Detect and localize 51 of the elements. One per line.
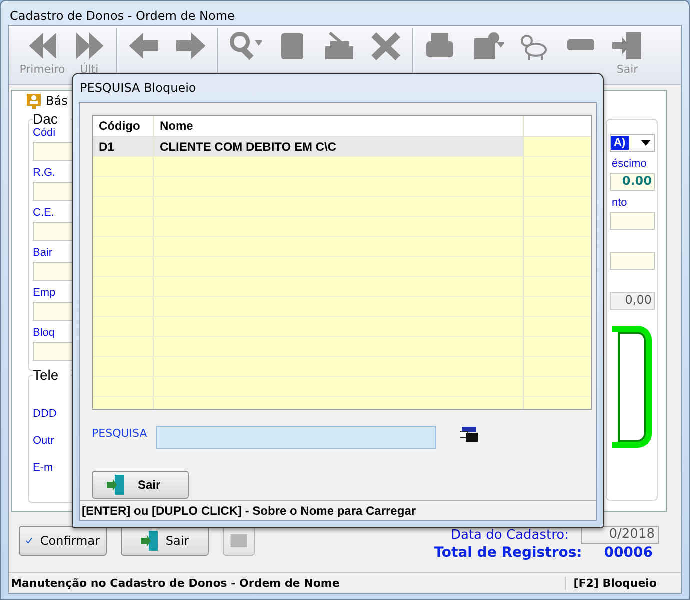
field-label: Emp	[33, 287, 57, 299]
dropdown[interactable]: A)	[610, 134, 655, 152]
field-label: E-m	[33, 462, 54, 474]
field-label: Códi	[33, 127, 57, 139]
prev-icon	[126, 31, 160, 61]
field-label: éscimo	[612, 158, 647, 170]
field-label: Outr	[33, 435, 56, 447]
door-icon	[107, 475, 124, 495]
field-label: Bloq	[33, 327, 56, 339]
field-label: Bair	[33, 247, 54, 259]
total-value: 00006	[604, 545, 653, 561]
field-label: C.E.	[33, 207, 56, 219]
total-label: Total de Registros:	[434, 545, 582, 561]
exit-icon	[610, 31, 644, 61]
group-title: Dac	[33, 111, 71, 127]
input-field[interactable]: 0.00	[610, 173, 655, 191]
group-title: Tele	[33, 367, 71, 383]
field-label: DDD	[33, 408, 58, 420]
binoculars-icon[interactable]	[460, 426, 478, 442]
search-field[interactable]	[156, 426, 436, 449]
window-title: Cadastro de Donos - Ordem de Nome	[9, 8, 236, 23]
table-cell: CLIENTE COM DEBITO EM C\C	[154, 137, 524, 156]
date-field: 0/2018	[581, 526, 659, 544]
page-icon	[230, 532, 248, 550]
column-header[interactable]: Código	[93, 116, 154, 136]
dropdown-arrow-icon	[641, 140, 651, 146]
dialog-title: PESQUISA Bloqueio	[79, 80, 198, 97]
search-icon	[228, 31, 262, 61]
column-header[interactable]: Nome	[154, 116, 524, 136]
input-field[interactable]	[610, 252, 655, 270]
status-text: [F2] Bloqueio	[564, 576, 681, 590]
exit-button[interactable]: Sair	[92, 471, 189, 499]
table-cell: D1	[93, 137, 154, 156]
toolbar-label: Sair	[616, 63, 638, 76]
date-label: Data do Cadastro:	[450, 528, 569, 542]
next-icon	[174, 31, 208, 61]
field-label: R.G.	[33, 167, 57, 179]
input-field[interactable]: 0,00	[610, 292, 655, 310]
tab-label: Bás	[46, 94, 68, 108]
input-field[interactable]	[610, 212, 655, 230]
table-row[interactable]: D1 CLIENTE COM DEBITO EM C\C	[93, 137, 591, 157]
form-button[interactable]: Confirmar	[19, 526, 107, 556]
person-icon	[26, 93, 42, 109]
hint-text: [ENTER] ou [DUPLO CLICK] - Sobre o Nome para Carregar	[82, 504, 416, 518]
status-text: Manutenção no Cadastro de Donos - Ordem de Nome	[10, 576, 341, 590]
toolbar-label: Últi	[80, 63, 99, 76]
toolbar-label: Primeiro	[20, 63, 66, 76]
door-icon	[140, 531, 158, 551]
field-label: nto	[612, 197, 628, 209]
search-label: PESQUISA	[92, 427, 148, 440]
form-button[interactable]: Sair	[121, 526, 209, 556]
